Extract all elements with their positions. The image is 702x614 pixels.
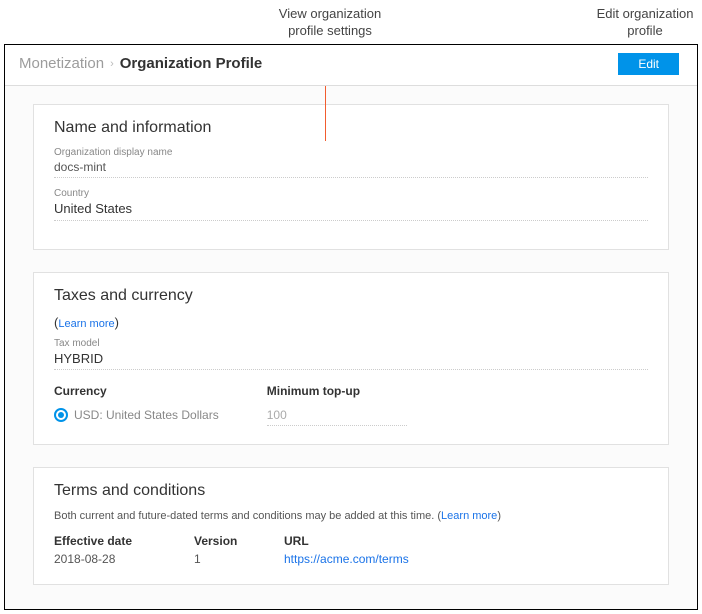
currency-column: Currency USD: United States Dollars bbox=[54, 384, 219, 426]
col-header-version: Version bbox=[194, 534, 284, 548]
chevron-right-icon: › bbox=[110, 58, 114, 70]
card-taxes-currency: Taxes and currency (Learn more) Tax mode… bbox=[33, 272, 669, 445]
currency-option-label: USD: United States Dollars bbox=[74, 408, 219, 422]
section-title-terms: Terms and conditions bbox=[54, 482, 648, 500]
terms-desc-suffix: ) bbox=[497, 510, 501, 522]
table-row: 2018-08-28 1 https://acme.com/terms bbox=[54, 552, 648, 566]
app-window: Monetization › Organization Profile Edit… bbox=[4, 44, 698, 610]
terms-date: 2018-08-28 bbox=[54, 552, 194, 566]
breadcrumb: Monetization › Organization Profile bbox=[19, 55, 262, 72]
breadcrumb-root[interactable]: Monetization bbox=[19, 55, 104, 72]
callout-edit-line2: profile bbox=[627, 23, 662, 38]
terms-desc-text: Both current and future-dated terms and … bbox=[54, 510, 441, 522]
tax-model-value: HYBRID bbox=[54, 351, 648, 370]
topup-column: Minimum top-up 100 bbox=[267, 384, 407, 426]
terms-version: 1 bbox=[194, 552, 284, 566]
callout-view-line2: profile settings bbox=[288, 23, 372, 38]
radio-icon bbox=[54, 408, 68, 422]
country-label: Country bbox=[54, 188, 648, 199]
page-title: Organization Profile bbox=[120, 55, 263, 72]
terms-description: Both current and future-dated terms and … bbox=[54, 510, 648, 522]
callout-edit-line1: Edit organization bbox=[597, 6, 694, 21]
currency-header: Currency bbox=[54, 384, 219, 398]
card-name-info: Name and information Organization displa… bbox=[33, 104, 669, 250]
callout-edit-profile: Edit organization profile bbox=[595, 6, 695, 40]
taxes-learn-more-wrap: (Learn more) bbox=[54, 315, 648, 330]
country-value: United States bbox=[54, 201, 648, 221]
callout-line-view bbox=[325, 86, 326, 141]
section-title-name: Name and information bbox=[54, 119, 648, 137]
callout-view-settings: View organization profile settings bbox=[70, 6, 590, 40]
terms-url-link[interactable]: https://acme.com/terms bbox=[284, 552, 409, 566]
topup-header: Minimum top-up bbox=[267, 384, 407, 398]
page-body: Name and information Organization displa… bbox=[5, 86, 697, 609]
page-header: Monetization › Organization Profile Edit bbox=[5, 45, 697, 86]
section-title-taxes: Taxes and currency bbox=[54, 287, 648, 305]
card-terms: Terms and conditions Both current and fu… bbox=[33, 467, 669, 585]
terms-table: Effective date Version URL 2018-08-28 1 … bbox=[54, 534, 648, 566]
terms-table-header: Effective date Version URL bbox=[54, 534, 648, 548]
callout-view-line1: View organization bbox=[279, 6, 381, 21]
tax-model-label: Tax model bbox=[54, 338, 648, 349]
display-name-value: docs-mint bbox=[54, 160, 648, 178]
taxes-learn-more-link[interactable]: Learn more bbox=[58, 318, 114, 330]
currency-radio-usd[interactable]: USD: United States Dollars bbox=[54, 408, 219, 422]
display-name-label: Organization display name bbox=[54, 147, 648, 158]
col-header-url: URL bbox=[284, 534, 648, 548]
topup-value: 100 bbox=[267, 408, 407, 426]
col-header-date: Effective date bbox=[54, 534, 194, 548]
terms-learn-more-link[interactable]: Learn more bbox=[441, 510, 497, 522]
edit-button[interactable]: Edit bbox=[618, 53, 679, 75]
